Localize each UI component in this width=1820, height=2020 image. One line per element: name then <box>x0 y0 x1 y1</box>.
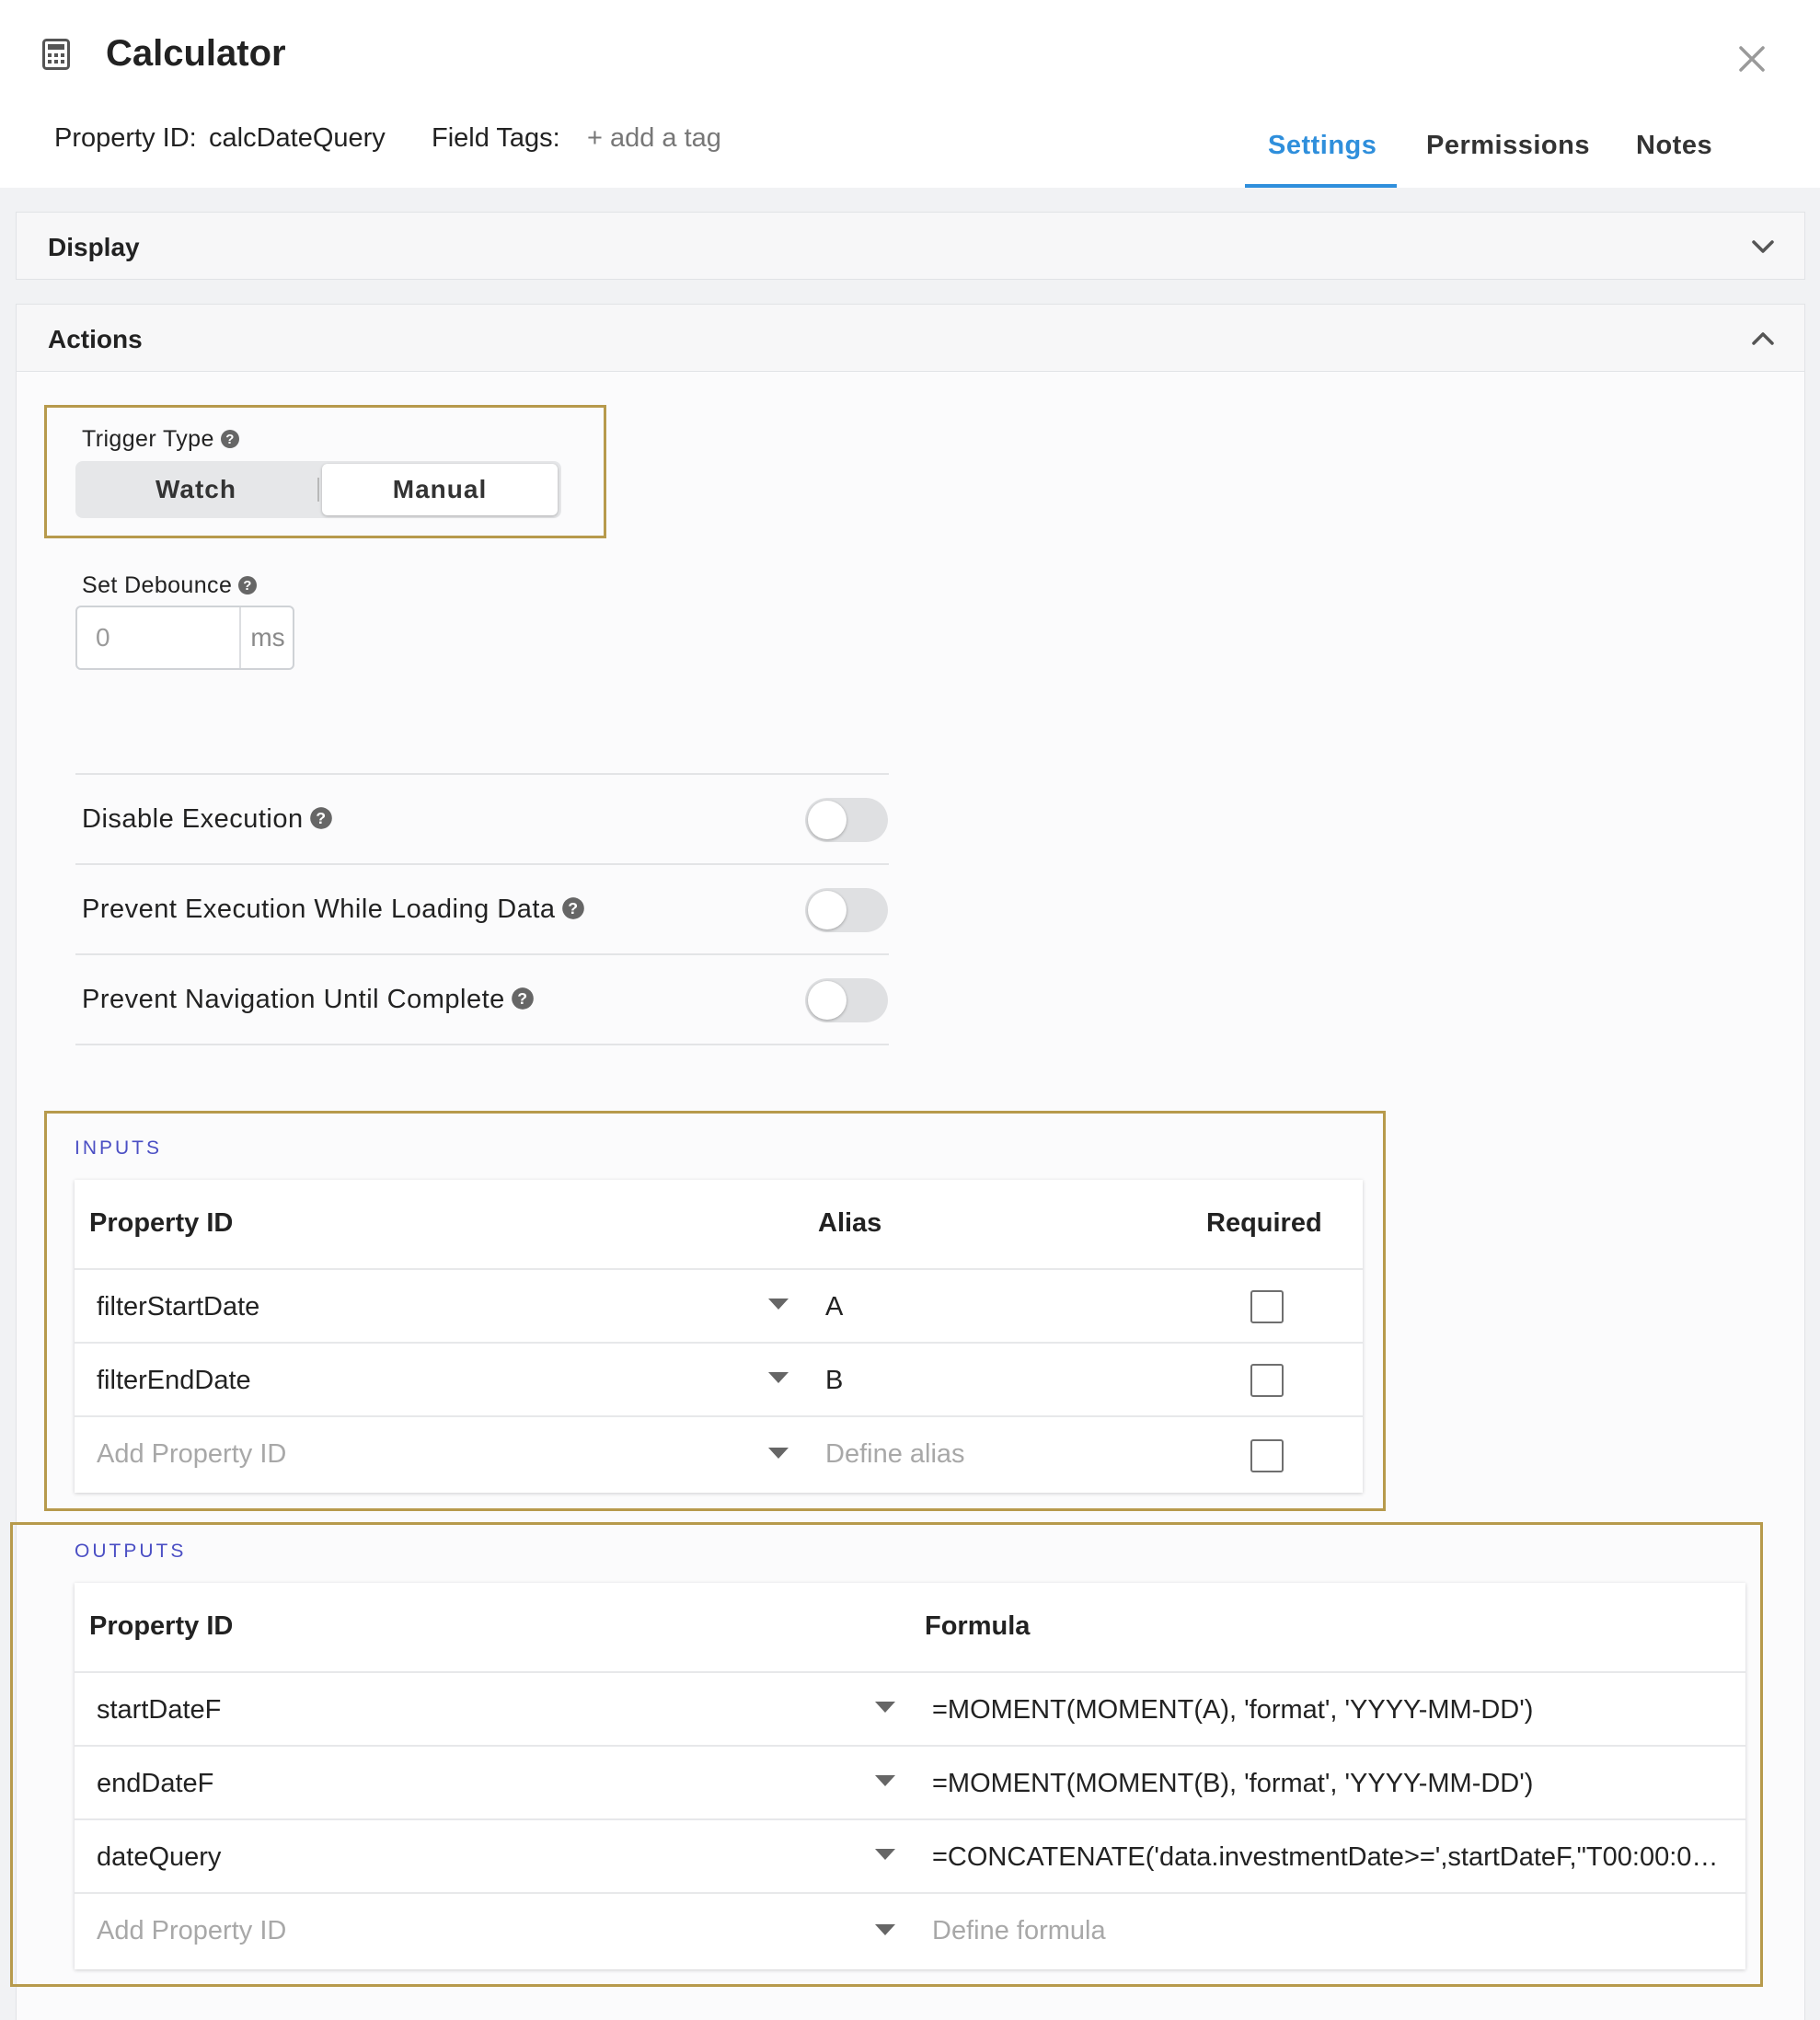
debounce-unit: ms <box>239 607 294 668</box>
input-alias[interactable]: A <box>825 1270 1101 1344</box>
debounce-input[interactable] <box>77 607 239 668</box>
calculator-icon <box>42 39 70 70</box>
field-tags-label: Field Tags: <box>432 123 560 153</box>
input-property-id[interactable]: filterStartDate <box>97 1270 814 1344</box>
debounce-label-text: Set Debounce <box>82 572 233 598</box>
trigger-type-label-text: Trigger Type <box>82 426 214 452</box>
trigger-manual-option[interactable]: Manual <box>322 464 558 515</box>
inputs-table: Property ID Alias Required filterStartDa… <box>75 1180 1363 1493</box>
table-row: startDateF =MOMENT(MOMENT(A), 'format', … <box>75 1671 1745 1745</box>
svg-text:?: ? <box>568 899 578 918</box>
divider <box>75 953 889 955</box>
output-property-id[interactable]: startDateF <box>97 1673 833 1747</box>
switch-knob <box>808 981 847 1020</box>
actions-panel-title: Actions <box>48 325 143 353</box>
trigger-type-label: Trigger Type? <box>82 426 240 453</box>
close-icon[interactable] <box>1735 42 1768 75</box>
svg-text:?: ? <box>517 989 527 1008</box>
debounce-field: ms <box>75 606 294 670</box>
dropdown-caret-icon[interactable] <box>873 1922 897 1937</box>
inputs-header-required: Required <box>1206 1208 1322 1238</box>
help-icon[interactable]: ? <box>220 429 240 449</box>
table-row: filterStartDate A <box>75 1268 1363 1342</box>
add-tag-link[interactable]: + add a tag <box>587 123 721 154</box>
required-checkbox[interactable] <box>1250 1439 1284 1472</box>
define-alias-input[interactable]: Define alias <box>825 1417 1193 1491</box>
inputs-header-alias: Alias <box>818 1208 882 1238</box>
disable-execution-switch[interactable] <box>805 798 888 842</box>
disable-execution-label: Disable Execution? <box>82 804 333 835</box>
dropdown-caret-icon[interactable] <box>873 1700 897 1714</box>
tab-notes[interactable]: Notes <box>1636 131 1712 161</box>
outputs-table: Property ID Formula startDateF =MOMENT(M… <box>75 1583 1745 1969</box>
inputs-section-title: INPUTS <box>75 1137 163 1159</box>
dropdown-caret-icon[interactable] <box>873 1773 897 1788</box>
switch-knob <box>808 891 847 929</box>
divider <box>75 863 889 865</box>
prevent-execution-loading-label: Prevent Execution While Loading Data? <box>82 895 585 925</box>
debounce-label: Set Debounce? <box>82 572 258 599</box>
add-property-id-input[interactable]: Add Property ID <box>97 1417 741 1491</box>
dropdown-caret-icon[interactable] <box>766 1297 790 1311</box>
help-icon[interactable]: ? <box>309 806 333 830</box>
output-formula[interactable]: =CONCATENATE('data.investmentDate>=',sta… <box>932 1820 1733 1894</box>
prevent-execution-loading-switch[interactable] <box>805 888 888 932</box>
svg-text:?: ? <box>243 578 252 594</box>
dialog-header: Calculator Property ID: calcDateQuery Fi… <box>0 0 1820 188</box>
outputs-header-property-id: Property ID <box>89 1611 234 1641</box>
dropdown-caret-icon[interactable] <box>766 1370 790 1385</box>
divider <box>75 773 889 775</box>
active-tab-indicator <box>1245 184 1397 188</box>
trigger-type-toggle: Watch Manual <box>75 461 561 518</box>
outputs-section-title: OUTPUTS <box>75 1541 187 1562</box>
output-property-id[interactable]: endDateF <box>97 1747 833 1820</box>
help-icon[interactable]: ? <box>237 575 258 595</box>
define-formula-input[interactable]: Define formula <box>932 1894 1576 1968</box>
inputs-header-property-id: Property ID <box>89 1208 234 1238</box>
dialog-title: Calculator <box>106 33 286 74</box>
output-formula[interactable]: =MOMENT(MOMENT(A), 'format', 'YYYY-MM-DD… <box>932 1673 1733 1747</box>
input-alias[interactable]: B <box>825 1344 1101 1417</box>
table-row-new: Add Property ID Define formula <box>75 1892 1745 1966</box>
add-property-id-input[interactable]: Add Property ID <box>97 1894 741 1968</box>
svg-text:?: ? <box>225 432 235 447</box>
chevron-down-icon[interactable] <box>1749 233 1777 260</box>
tab-permissions[interactable]: Permissions <box>1426 131 1590 161</box>
property-id-label: Property ID: <box>54 123 197 153</box>
outputs-header-formula: Formula <box>925 1611 1031 1641</box>
chevron-up-icon[interactable] <box>1749 325 1777 352</box>
svg-text:?: ? <box>316 809 326 827</box>
table-row: dateQuery =CONCATENATE('data.investmentD… <box>75 1818 1745 1892</box>
prevent-navigation-text: Prevent Navigation Until Complete <box>82 985 505 1014</box>
table-row-new: Add Property ID Define alias <box>75 1415 1363 1489</box>
help-icon[interactable]: ? <box>561 896 585 920</box>
property-id-value: calcDateQuery <box>209 123 386 153</box>
prevent-execution-loading-text: Prevent Execution While Loading Data <box>82 895 556 924</box>
trigger-watch-option[interactable]: Watch <box>75 461 317 518</box>
segment-divider <box>317 478 319 502</box>
actions-panel-header[interactable]: Actions <box>16 304 1805 372</box>
display-panel-header[interactable]: Display <box>16 212 1805 280</box>
divider <box>75 1044 889 1045</box>
tab-settings[interactable]: Settings <box>1268 131 1377 161</box>
output-property-id[interactable]: dateQuery <box>97 1820 833 1894</box>
prevent-navigation-switch[interactable] <box>805 978 888 1022</box>
switch-knob <box>808 801 847 839</box>
dropdown-caret-icon[interactable] <box>873 1847 897 1862</box>
table-row: endDateF =MOMENT(MOMENT(B), 'format', 'Y… <box>75 1745 1745 1818</box>
dropdown-caret-icon[interactable] <box>766 1446 790 1460</box>
prevent-navigation-label: Prevent Navigation Until Complete? <box>82 985 535 1015</box>
output-formula[interactable]: =MOMENT(MOMENT(B), 'format', 'YYYY-MM-DD… <box>932 1747 1733 1820</box>
table-row: filterEndDate B <box>75 1342 1363 1415</box>
disable-execution-text: Disable Execution <box>82 804 304 834</box>
required-checkbox[interactable] <box>1250 1364 1284 1397</box>
required-checkbox[interactable] <box>1250 1290 1284 1323</box>
input-property-id[interactable]: filterEndDate <box>97 1344 814 1417</box>
display-panel-title: Display <box>48 233 140 261</box>
help-icon[interactable]: ? <box>511 987 535 1010</box>
